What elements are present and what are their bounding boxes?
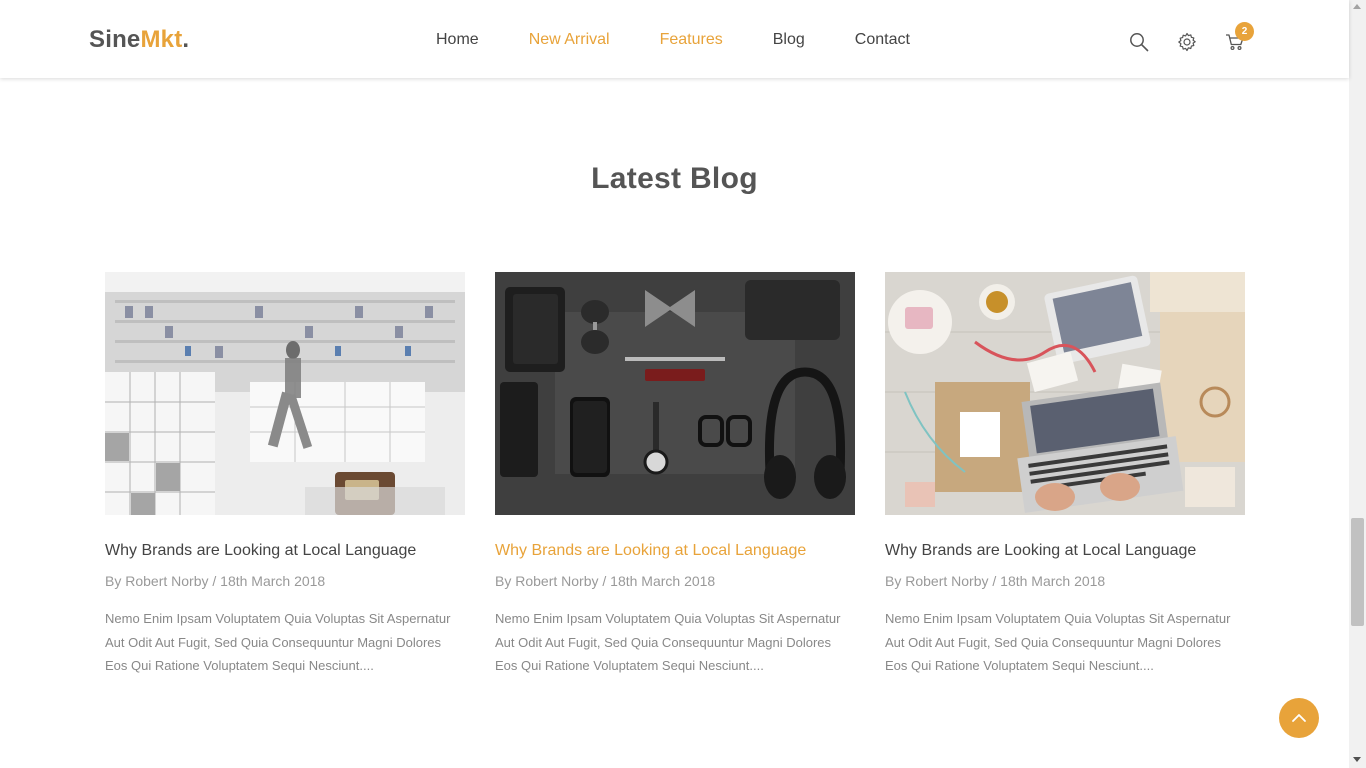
logo-dot: . (182, 26, 190, 53)
nav-blog[interactable]: Blog (773, 31, 805, 49)
blog-image-accessories[interactable] (495, 272, 855, 515)
chevron-up-icon (1292, 714, 1306, 722)
page-scrollbar[interactable] (1349, 0, 1366, 768)
blog-card: Why Brands are Looking at Local Language… (495, 272, 855, 678)
blog-card: Why Brands are Looking at Local Language… (885, 272, 1245, 678)
blog-meta: By Robert Norby / 18th March 2018 (885, 573, 1106, 589)
blog-meta: By Robert Norby / 18th March 2018 (495, 573, 716, 589)
gear-icon[interactable] (1177, 32, 1197, 52)
blog-image-desk[interactable] (885, 272, 1245, 515)
back-to-top-button[interactable] (1279, 698, 1319, 738)
search-icon[interactable] (1129, 32, 1149, 52)
scroll-down-arrow-icon[interactable] (1353, 757, 1361, 762)
blog-title[interactable]: Why Brands are Looking at Local Language (495, 541, 855, 561)
nav-contact[interactable]: Contact (855, 31, 910, 49)
section-title: Latest Blog (591, 162, 758, 195)
blog-title[interactable]: Why Brands are Looking at Local Language (105, 541, 465, 561)
nav-new-arrival[interactable]: New Arrival (529, 31, 610, 49)
cart-count-badge: 2 (1235, 22, 1254, 41)
scrollbar-thumb[interactable] (1351, 518, 1364, 626)
main-nav: Home New Arrival Features Blog Contact (436, 31, 960, 49)
logo-accent: Mkt (140, 26, 183, 53)
nav-home[interactable]: Home (436, 31, 479, 49)
logo[interactable]: SineMkt. (89, 26, 189, 54)
site-header: SineMkt. Home New Arrival Features Blog … (0, 0, 1349, 78)
blog-image-store[interactable] (105, 272, 465, 515)
blog-card: Why Brands are Looking at Local Language… (105, 272, 465, 678)
nav-features[interactable]: Features (660, 31, 723, 49)
blog-meta: By Robert Norby / 18th March 2018 (105, 573, 326, 589)
logo-main: Sine (89, 26, 141, 53)
blog-title[interactable]: Why Brands are Looking at Local Language (885, 541, 1245, 561)
blog-excerpt: Nemo Enim Ipsam Voluptatem Quia Voluptas… (105, 611, 451, 673)
blog-excerpt: Nemo Enim Ipsam Voluptatem Quia Voluptas… (885, 611, 1231, 673)
scroll-up-arrow-icon[interactable] (1353, 4, 1361, 9)
blog-excerpt: Nemo Enim Ipsam Voluptatem Quia Voluptas… (495, 611, 841, 673)
